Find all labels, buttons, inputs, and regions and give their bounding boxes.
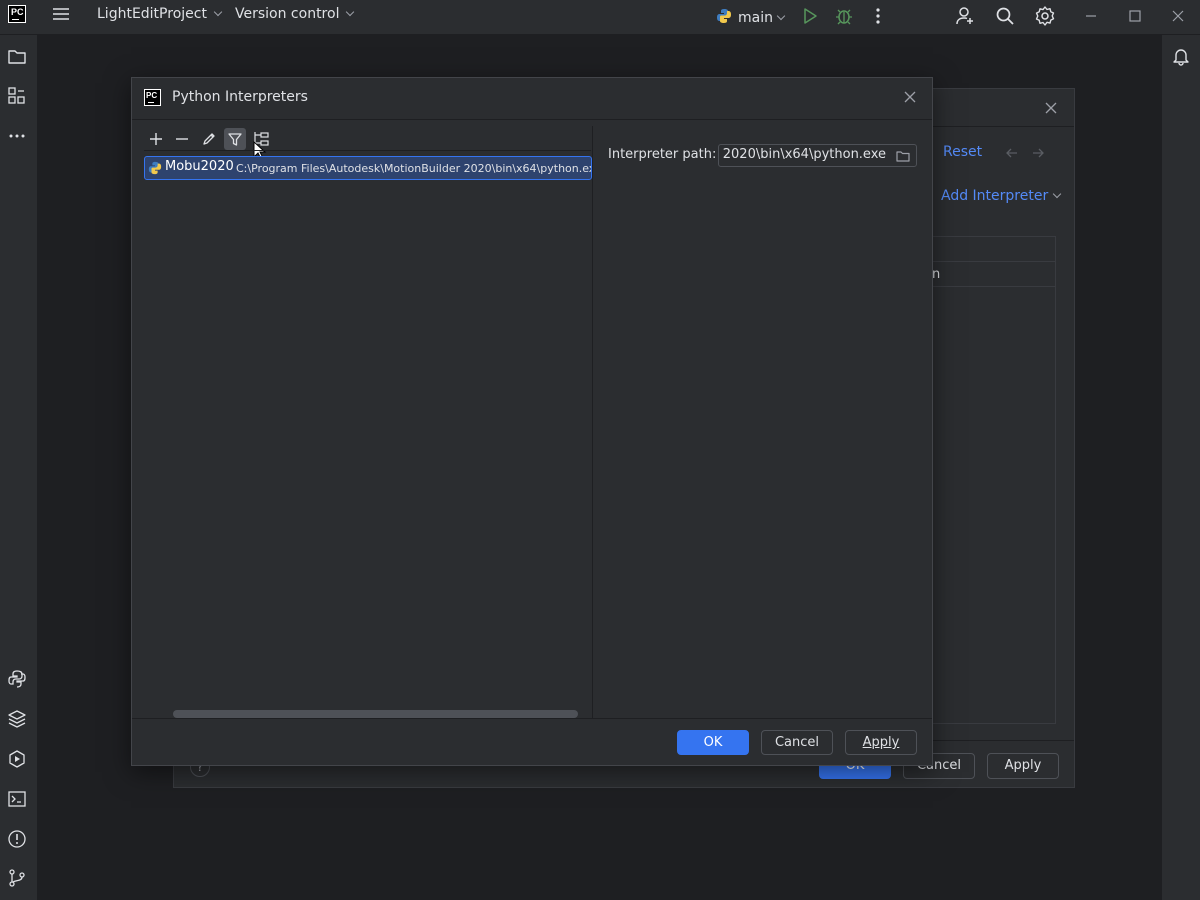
project-selector[interactable]: LightEditProject: [97, 6, 223, 22]
toolbar-divider: [144, 150, 591, 151]
debug-icon[interactable]: [833, 5, 855, 27]
table-cell: n: [932, 267, 941, 282]
chevron-down-icon: [1052, 189, 1062, 199]
table-header-divider: [925, 261, 1055, 262]
python-icon: [148, 161, 162, 175]
more-actions-icon[interactable]: [867, 5, 889, 27]
interpreter-list-item[interactable]: Mobu2020 C:\Program Files\Autodesk\Motio…: [144, 156, 592, 180]
vcs-label: Version control: [235, 6, 340, 22]
window-close-icon[interactable]: [1167, 5, 1189, 27]
browse-folder-icon[interactable]: [895, 148, 911, 164]
dialog-title: Python Interpreters: [172, 89, 308, 105]
python-interpreters-dialog: PC Python Interpreters Mobu2020 C:\Progr…: [131, 77, 933, 766]
interpreter-path-value: 2020\bin\x64\python.exe: [722, 147, 886, 162]
run-config-name: main: [738, 10, 773, 26]
interpreter-path: C:\Program Files\Autodesk\MotionBuilder …: [236, 162, 592, 175]
python-packages-icon[interactable]: [7, 709, 27, 729]
code-with-me-icon[interactable]: [954, 5, 976, 27]
remove-icon[interactable]: [171, 128, 193, 150]
terminal-icon[interactable]: [7, 789, 27, 809]
cancel-button[interactable]: Cancel: [761, 730, 833, 755]
edit-pencil-icon[interactable]: [198, 128, 220, 150]
add-icon[interactable]: [145, 128, 167, 150]
chevron-down-icon: [776, 11, 786, 21]
footer-divider: [132, 718, 932, 719]
run-icon[interactable]: [799, 5, 821, 27]
settings-apply-button[interactable]: Apply: [987, 753, 1059, 779]
maximize-icon[interactable]: [1124, 5, 1146, 27]
apply-button[interactable]: Apply: [845, 730, 917, 755]
minimize-icon[interactable]: [1080, 5, 1102, 27]
settings-gear-icon[interactable]: [1034, 5, 1056, 27]
pycharm-logo-icon: PC: [144, 89, 161, 106]
search-icon[interactable]: [994, 5, 1016, 27]
back-arrow-icon[interactable]: [1004, 145, 1020, 161]
close-icon[interactable]: [902, 89, 918, 105]
python-icon: [716, 8, 732, 24]
left-tool-strip: [0, 35, 38, 900]
project-name: LightEditProject: [97, 6, 207, 22]
chevron-down-icon: [213, 7, 223, 17]
add-interpreter-link[interactable]: Add Interpreter: [941, 188, 1062, 204]
pane-divider[interactable]: [592, 126, 593, 718]
python-console-icon[interactable]: [7, 669, 27, 689]
interpreter-list-pane: [132, 120, 592, 718]
git-branch-icon[interactable]: [7, 868, 27, 888]
project-folder-icon[interactable]: [7, 47, 27, 67]
reset-link[interactable]: Reset: [943, 144, 982, 160]
apply-button-label: Apply: [862, 735, 900, 750]
problems-icon[interactable]: [7, 829, 27, 849]
add-interpreter-label: Add Interpreter: [941, 188, 1049, 204]
chevron-down-icon: [346, 7, 355, 17]
packages-table: n: [924, 236, 1056, 724]
pycharm-logo-icon: PC: [8, 5, 26, 23]
notifications-bell-icon[interactable]: [1171, 46, 1191, 66]
interpreter-path-label: Interpreter path:: [608, 147, 716, 162]
more-tools-icon[interactable]: [7, 126, 27, 146]
structure-icon[interactable]: [7, 86, 27, 106]
interpreter-name: Mobu2020: [165, 159, 234, 174]
ok-button[interactable]: OK: [677, 730, 749, 755]
right-tool-strip: [1161, 35, 1200, 900]
run-config-selector[interactable]: main: [716, 6, 786, 26]
close-icon[interactable]: [1043, 100, 1059, 116]
title-bar: PC LightEditProject Version control main: [0, 0, 1200, 35]
interpreter-path-label-text: Interpreter path:: [608, 147, 717, 162]
horizontal-scrollbar[interactable]: [173, 710, 578, 718]
main-menu-icon[interactable]: [50, 4, 72, 26]
interpreter-path-field[interactable]: 2020\bin\x64\python.exe: [718, 144, 917, 167]
services-icon[interactable]: [7, 749, 27, 769]
filter-icon[interactable]: [224, 128, 246, 150]
table-row-divider: [925, 286, 1055, 287]
vcs-menu[interactable]: Version control: [235, 6, 355, 22]
forward-arrow-icon[interactable]: [1030, 145, 1046, 161]
